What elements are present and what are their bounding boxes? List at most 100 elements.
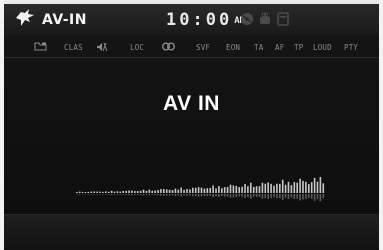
visualizer-bar [302,180,304,193]
visualizer-reflection [287,194,290,200]
visualizer-bar [212,185,214,193]
visualizer-bar [93,191,95,193]
indicator-af: AF [275,43,285,52]
indicator-loc: LOC [130,43,145,52]
visualizer-bar [186,189,188,193]
visualizer-reflection [154,194,156,196]
visualizer-bar [287,181,290,193]
visualizer-reflection [232,194,235,198]
visualizer-bar [122,190,124,193]
visualizer-reflection [212,194,214,198]
visualizer-bar [293,182,296,193]
visualizer-reflection [93,194,95,195]
visualizer-bar [151,190,153,193]
visualizer-bar [299,178,301,193]
indicator-svf: SVF [196,43,211,52]
visualizer-bar [305,181,307,193]
visualizer-reflection [209,194,211,197]
visualizer-bar [308,184,310,193]
brand-logo-icon [16,9,34,26]
visualizer-reflection [250,194,252,199]
visualizer-bar [281,179,284,193]
visualizer-reflection [160,194,162,196]
visualizer-bar [232,185,235,193]
visualizer-bar [168,189,171,193]
visualizer-bar [102,191,104,193]
visualizer-bar [319,176,322,193]
visualizer-bar [221,188,223,193]
visualizer-bar [134,191,136,193]
visualizer-bar [163,189,165,193]
visualizer-reflection [279,194,281,199]
visualizer-bar [154,190,156,193]
status-header: AV-IN 10:00 AM [4,4,379,34]
visualizer-bar [165,189,168,193]
visualizer-bar [192,187,194,193]
indicator-tp: TP [294,43,304,52]
visualizer-reflection [221,194,223,197]
visualizer-reflection [241,194,243,197]
visualizer-bar [267,182,269,193]
visualizer-reflection [186,194,188,196]
visualizer-bar [105,191,107,193]
visualizer-bar [171,190,174,193]
visualizer-reflection [96,194,98,195]
visualizer-reflection [165,194,168,196]
visualizer-reflection [305,194,307,200]
visualizer-bar [310,182,313,193]
visualizer-bar [113,191,116,193]
visualizer-reflection [273,194,275,198]
visualizer-reflection [252,194,255,197]
visualizer-reflection [119,194,122,195]
visualizer-reflection [258,194,261,198]
visualizer-reflection [142,194,145,196]
visualizer-bar [229,184,232,193]
clock-time: 10:00 [166,10,233,30]
visualizer-bar [209,188,211,193]
visualizer-bar [258,186,261,193]
visualizer-reflection [319,194,322,202]
visualizer-reflection [128,194,130,196]
visualizer-reflection [134,194,136,195]
visualizer-bar [148,189,151,193]
visualizer-bar [139,190,142,193]
visualizer-reflection [281,194,284,200]
card-icon [277,12,289,26]
usb-icon [260,13,270,24]
visualizer-bar [235,185,238,193]
visualizer-bar [273,185,275,193]
visualizer-reflection [116,194,119,195]
folder-repeat-icon [34,42,47,51]
visualizer-bar [197,187,200,193]
visualizer-reflection [308,194,310,198]
visualizer-reflection [238,194,240,197]
visualizer-bar [145,190,148,193]
visualizer-bar [160,189,162,193]
visualizer-reflection [290,194,293,198]
visualizer-bar [270,183,272,193]
visualizer-bar [90,191,93,193]
visualizer-reflection [244,194,246,199]
visualizer-reflection [200,194,203,197]
visualizer-bar [180,187,182,193]
visualizer-reflection [157,194,159,196]
visualizer-reflection [78,194,81,195]
visualizer-reflection [215,194,217,197]
mute-icon [97,42,108,52]
audio-visualizer [76,176,325,202]
visualizer-reflection [136,194,139,195]
visualizer-reflection [189,194,191,196]
visualizer-bar [96,191,98,193]
visualizer-reflection [174,194,177,196]
visualizer-bar [174,188,177,193]
indicator-loud: LOUD [313,43,332,52]
visualizer-reflection [235,194,238,198]
bottom-bar [4,214,379,250]
visualizer-reflection [316,194,319,200]
visualizer-reflection [197,194,200,197]
visualizer-bar [284,184,287,193]
app-title: AV-IN [42,12,87,28]
visualizer-bar [238,187,240,193]
visualizer-bar [81,192,84,193]
visualizer-bar [128,190,130,193]
